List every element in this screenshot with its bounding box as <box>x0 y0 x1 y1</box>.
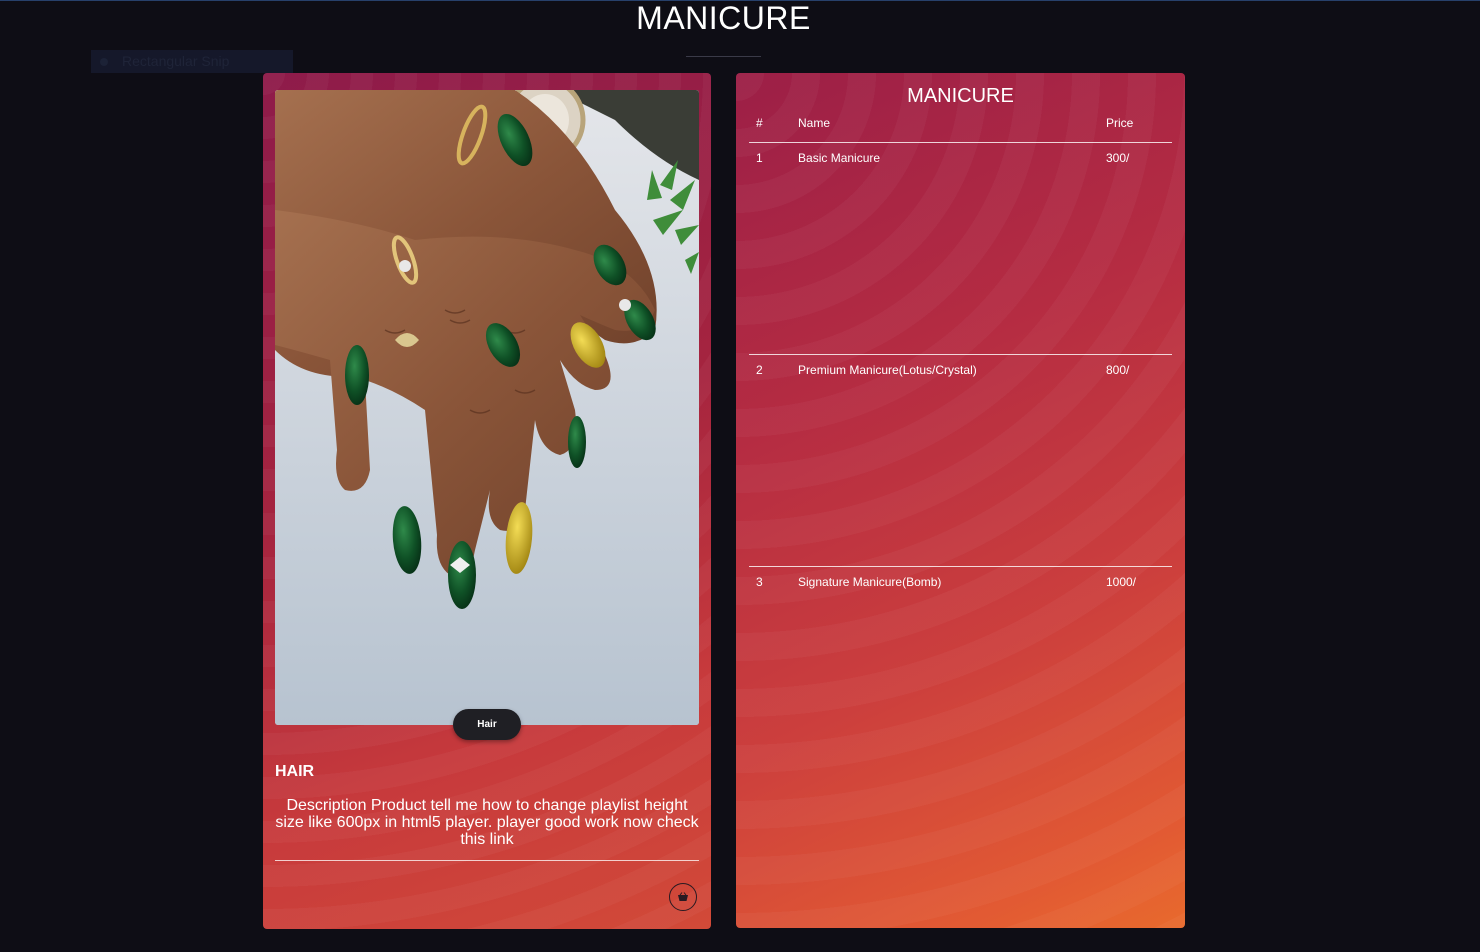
price-table: # Name Price 1 Basic Manicure 300/ 2 Pre… <box>749 113 1172 778</box>
table-header-row: # Name Price <box>749 113 1172 143</box>
basket-icon <box>677 890 689 905</box>
product-heading: HAIR <box>275 763 315 780</box>
card-divider <box>275 860 699 861</box>
add-to-basket-button[interactable] <box>669 883 697 911</box>
service-price: 300/ <box>1105 142 1172 355</box>
snip-label: Rectangular Snip <box>122 53 230 69</box>
row-number: 3 <box>756 575 763 589</box>
table-row: 1 Basic Manicure 300/ <box>749 142 1172 355</box>
price-menu-card: MANICURE # Name Price 1 Basic Manicure 3… <box>736 73 1185 928</box>
table-row: 2 Premium Manicure(Lotus/Crystal) 800/ <box>749 354 1172 567</box>
product-card: Hair HAIR Description Product tell me ho… <box>263 73 711 929</box>
row-number: 2 <box>749 354 799 567</box>
column-header-number: # <box>749 113 799 143</box>
service-name: Premium Manicure(Lotus/Crystal) <box>798 354 1106 567</box>
service-name: Signature Manicure(Bomb) <box>798 575 942 589</box>
table-row: 3 Signature Manicure(Bomb) 1000/ <box>749 567 1172 779</box>
service-price: 800/ <box>1105 354 1172 567</box>
column-header-price: Price <box>1105 113 1172 143</box>
category-tag-button[interactable]: Hair <box>453 709 521 740</box>
row-number: 1 <box>749 142 799 355</box>
service-name: Basic Manicure <box>798 142 1106 355</box>
snip-icon <box>100 57 108 66</box>
snip-overlay: Rectangular Snip <box>91 50 293 73</box>
page-title: MANICURE <box>636 0 811 36</box>
menu-title: MANICURE <box>907 85 1014 107</box>
product-image <box>275 90 699 725</box>
column-header-name: Name <box>798 113 1106 143</box>
title-divider <box>686 56 761 57</box>
product-description: Description Product tell me how to chang… <box>275 797 699 848</box>
service-price: 1000/ <box>1105 575 1137 589</box>
